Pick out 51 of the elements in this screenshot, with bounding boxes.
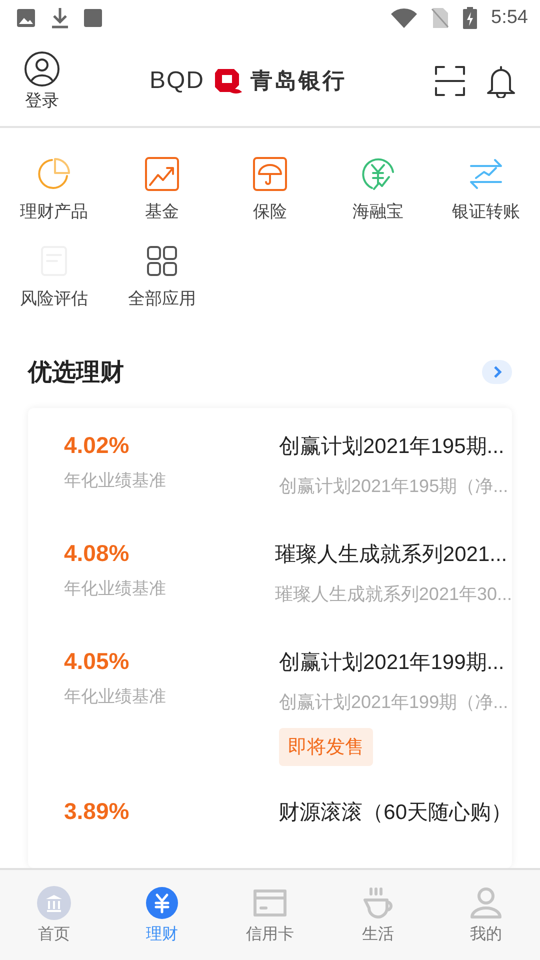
logo-text: BQD bbox=[149, 67, 204, 95]
wifi-icon bbox=[391, 8, 418, 28]
rate-label: 年化业绩基准 bbox=[64, 686, 167, 708]
yuan-icon bbox=[145, 886, 179, 920]
tab-bar-item[interactable]: 生活 bbox=[324, 870, 432, 960]
annual-rate: 4.08% bbox=[64, 540, 130, 567]
chevron-right-icon[interactable] bbox=[482, 360, 512, 384]
logo-icon bbox=[212, 67, 242, 95]
no-sim-icon bbox=[431, 7, 450, 29]
shortcut-label[interactable]: 理财产品 bbox=[20, 200, 88, 223]
login-link[interactable]: 登录 bbox=[25, 88, 59, 112]
grid-icon bbox=[144, 243, 180, 279]
trend-chart-icon bbox=[144, 156, 180, 192]
status-tag: 即将发售 bbox=[279, 728, 373, 766]
product-title[interactable]: 财源滚滚（60天随心购） bbox=[278, 798, 512, 826]
product-title[interactable]: 璀璨人生成就系列2021... bbox=[274, 540, 508, 568]
status-time: 5:54 bbox=[491, 7, 528, 29]
coffee-cup-icon bbox=[361, 886, 395, 920]
rate-label: 年化业绩基准 bbox=[64, 578, 167, 600]
product-subtitle: 璀璨人生成就系列2021年30... bbox=[274, 583, 512, 606]
shortcut-label[interactable]: 基金 bbox=[145, 200, 179, 223]
product-title[interactable]: 创赢计划2021年195期... bbox=[279, 432, 504, 460]
scan-icon[interactable] bbox=[434, 65, 466, 97]
rate-label: 年化业绩基准 bbox=[64, 470, 167, 492]
umbrella-icon bbox=[252, 156, 288, 192]
user-avatar-icon[interactable] bbox=[24, 50, 60, 86]
annual-rate: 3.89% bbox=[64, 798, 130, 825]
product-subtitle: 创赢计划2021年195期（净... bbox=[279, 475, 508, 498]
shortcut-label[interactable]: 保险 bbox=[253, 200, 287, 223]
annual-rate: 4.02% bbox=[64, 432, 130, 459]
transfer-arrows-icon bbox=[468, 156, 504, 192]
pie-chart-icon bbox=[36, 156, 72, 192]
product-title[interactable]: 创赢计划2021年199期... bbox=[279, 648, 504, 676]
section-title: 优选理财 bbox=[28, 358, 124, 388]
annual-rate: 4.05% bbox=[64, 648, 130, 675]
shortcut-label[interactable]: 风险评估 bbox=[20, 287, 88, 310]
battery-icon bbox=[463, 7, 478, 29]
product-subtitle: 创赢计划2021年199期（净... bbox=[279, 691, 508, 714]
image-icon bbox=[16, 8, 36, 28]
tab-bar-item[interactable]: 首页 bbox=[0, 870, 108, 960]
shortcut-label[interactable]: 银证转账 bbox=[452, 200, 520, 223]
download-icon bbox=[50, 7, 70, 29]
yuan-coin-icon bbox=[360, 156, 396, 192]
bank-name: 青岛银行 bbox=[250, 67, 346, 95]
notification-bell-icon[interactable] bbox=[484, 64, 518, 98]
person-icon bbox=[469, 886, 503, 920]
bank-icon bbox=[37, 886, 71, 920]
tab-bar-item[interactable]: 信用卡 bbox=[216, 870, 324, 960]
tab-bar-item[interactable]: 我的 bbox=[432, 870, 540, 960]
shortcut-label[interactable]: 海融宝 bbox=[352, 200, 404, 223]
shortcut-label[interactable]: 全部应用 bbox=[128, 287, 196, 310]
